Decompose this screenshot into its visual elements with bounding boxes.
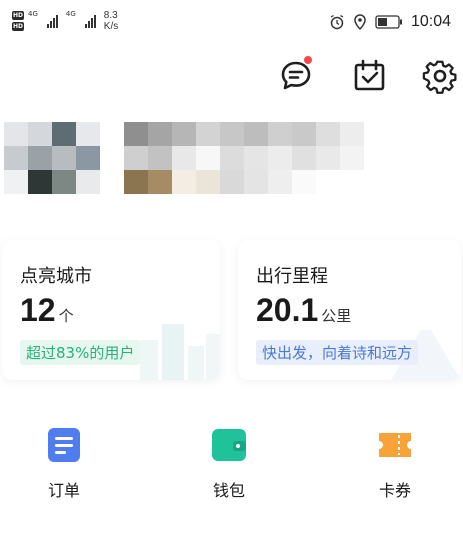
network-type-label: 4G <box>65 10 76 18</box>
battery-icon <box>375 15 402 29</box>
username-mosaic <box>124 122 364 194</box>
city-skyline-decoration <box>140 324 220 380</box>
profile-header-blurred[interactable] <box>0 118 463 210</box>
status-time: 10:04 <box>410 13 451 30</box>
network-type-label: 4G <box>28 10 38 18</box>
shortcut-coupons[interactable]: 卡券 <box>345 425 445 501</box>
cities-badge: 超过83%的用户 <box>20 340 141 365</box>
shortcut-label: 卡券 <box>378 481 411 500</box>
status-bar: HD HD 4G 4G 8.3 K/s 10:04 <box>0 0 463 44</box>
mileage-value: 20.1 <box>256 292 319 328</box>
signal-strength-icon <box>46 14 58 28</box>
avatar-mosaic <box>4 122 100 194</box>
mileage-unit: 公里 <box>321 307 352 325</box>
hd-badges: HD HD <box>12 11 24 31</box>
card-value: 20.1 公里 <box>256 292 351 329</box>
checkin-calendar-icon <box>354 59 385 91</box>
notification-dot <box>304 56 312 64</box>
checkin-button[interactable] <box>352 58 388 94</box>
network-speed: 8.3 K/s <box>103 10 119 32</box>
message-button[interactable] <box>278 56 314 94</box>
settings-gear-icon <box>422 60 457 94</box>
travel-mileage-card[interactable]: 出行里程 20.1 公里 快出发，向着诗和远方 <box>238 240 461 380</box>
mileage-badge: 快出发，向着诗和远方 <box>256 340 419 365</box>
card-label: 点亮城市 <box>20 266 92 287</box>
wallet-icon <box>212 429 246 461</box>
cities-count: 12 <box>20 292 56 328</box>
cities-unit: 个 <box>58 307 74 325</box>
signal-strength-icon <box>84 14 96 28</box>
lit-cities-card[interactable]: 点亮城市 12 个 超过83%的用户 <box>2 240 220 380</box>
coupon-ticket-icon <box>379 433 411 457</box>
settings-button[interactable] <box>422 58 458 94</box>
order-list-icon <box>48 428 80 462</box>
card-label: 出行里程 <box>256 266 328 287</box>
shortcut-wallet[interactable]: 钱包 <box>179 425 279 501</box>
alarm-icon <box>330 14 344 30</box>
shortcut-label: 订单 <box>47 481 80 500</box>
hd-badge: HD <box>12 22 24 31</box>
card-value: 12 个 <box>20 292 74 329</box>
location-icon <box>354 14 366 30</box>
shortcut-orders[interactable]: 订单 <box>14 425 114 501</box>
hd-badge: HD <box>12 11 24 20</box>
shortcut-label: 钱包 <box>212 481 245 500</box>
